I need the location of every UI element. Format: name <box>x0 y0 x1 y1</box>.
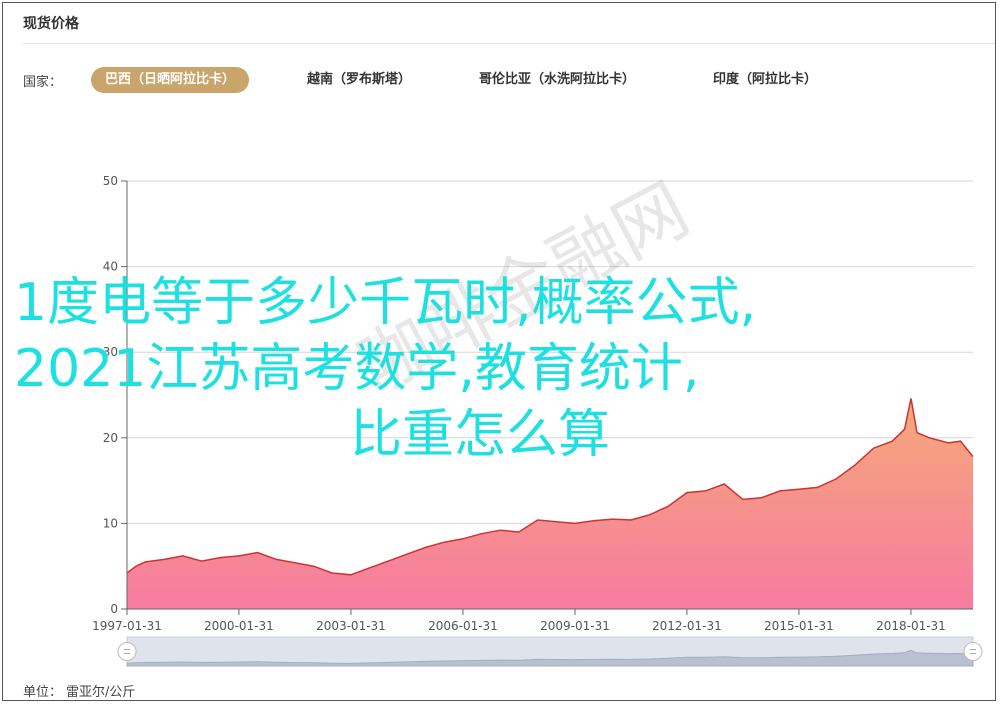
y-tick-label: 50 <box>103 174 118 188</box>
area-series <box>126 398 974 609</box>
y-tick-label: 30 <box>103 345 118 359</box>
price-chart: 0 10 20 30 40 50 1997-01-31 2000-01-31 2003-01-… <box>92 174 983 667</box>
x-tick-label: 2009-01-31 <box>540 619 610 633</box>
handle-icon[interactable] <box>963 642 983 661</box>
x-tick-label: 2018-01-31 <box>876 619 946 633</box>
x-tick-label: 2003-01-31 <box>316 619 386 633</box>
y-tick-label: 0 <box>110 602 118 616</box>
y-axis: 0 10 20 30 40 50 <box>103 174 128 616</box>
x-tick-label: 2012-01-31 <box>652 619 722 633</box>
x-tick-label: 1997-01-31 <box>92 619 162 633</box>
x-tick-label: 2000-01-31 <box>204 619 274 633</box>
x-axis: 1997-01-31 2000-01-31 2003-01-31 2006-01-31… <box>92 608 973 633</box>
handle-icon[interactable] <box>117 642 137 661</box>
y-tick-label: 10 <box>103 516 118 530</box>
y-tick-label: 40 <box>103 260 118 274</box>
y-tick-label: 20 <box>103 431 118 445</box>
x-tick-label: 2015-01-31 <box>764 619 834 633</box>
range-slider[interactable] <box>117 636 983 667</box>
x-tick-label: 2006-01-31 <box>428 619 498 633</box>
area-fill <box>127 398 973 609</box>
